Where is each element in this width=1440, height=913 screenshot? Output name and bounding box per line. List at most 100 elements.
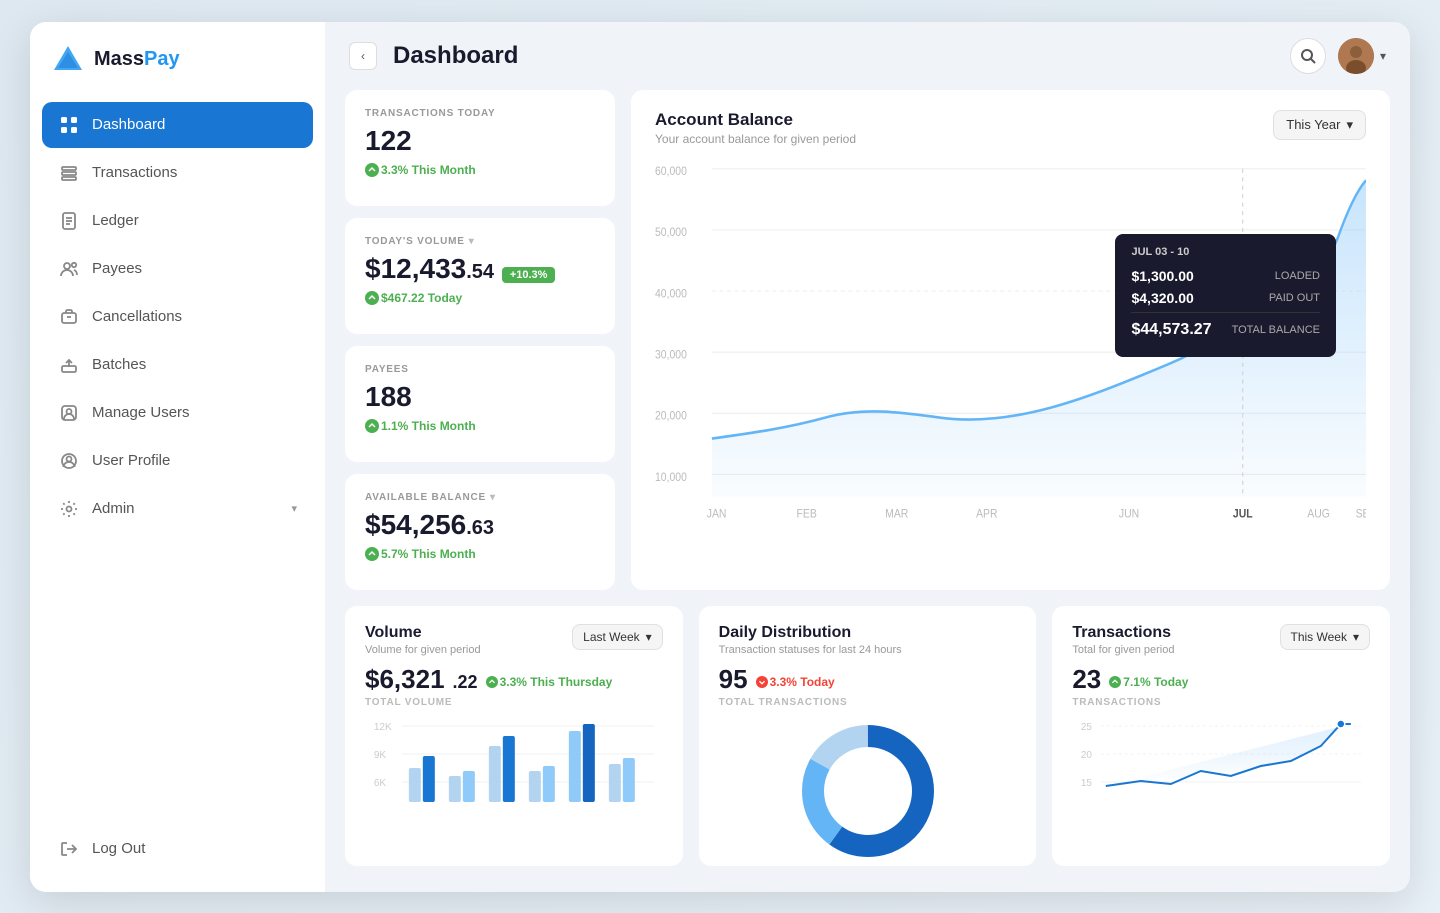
svg-text:FEB: FEB: [797, 508, 817, 521]
sidebar-item-manage-users[interactable]: Manage Users: [42, 390, 313, 436]
available-balance-card: Available Balance ▾ $54,256.63 5.7% This…: [345, 474, 615, 590]
tooltip-loaded-label: LOADED: [1275, 270, 1320, 282]
svg-text:JUL: JUL: [1233, 508, 1253, 521]
distribution-value: 95 3.3% Today: [719, 664, 1017, 695]
transactions-today-card: Transactions Today 122 3.3% This Month: [345, 90, 615, 206]
transactions-today-trend: 3.3% This Month: [365, 163, 595, 177]
header: ‹ Dashboard ▾: [325, 22, 1410, 90]
payees-trend: 1.1% This Month: [365, 419, 595, 433]
page-title: Dashboard: [393, 42, 1274, 70]
chart-title: Account Balance: [655, 110, 856, 130]
trend-up-icon: 3.3% This Month: [365, 163, 476, 177]
payees-card: Payees 188 1.1% This Month: [345, 346, 615, 462]
todays-volume-card: Today's Volume ▾ $12,433.54 +10.3% $467.…: [345, 218, 615, 334]
volume-total-label: Total Volume: [365, 697, 663, 708]
sidebar-item-manage-users-label: Manage Users: [92, 404, 190, 421]
chart-subtitle: Your account balance for given period: [655, 132, 856, 146]
balance-dropdown-icon[interactable]: ▾: [490, 492, 496, 503]
avatar-image: [1338, 38, 1374, 74]
search-button[interactable]: [1290, 38, 1326, 74]
user-manage-icon: [58, 402, 80, 424]
svg-text:20: 20: [1081, 750, 1093, 761]
svg-text:SEP: SEP: [1356, 508, 1366, 521]
sidebar-item-payees[interactable]: Payees: [42, 246, 313, 292]
distribution-card: Daily Distribution Transaction statuses …: [699, 606, 1037, 866]
distribution-total-label: Total Transactions: [719, 697, 1017, 708]
upload-icon: [58, 354, 80, 376]
sidebar-item-transactions[interactable]: Transactions: [42, 150, 313, 196]
account-balance-card: Account Balance Your account balance for…: [631, 90, 1390, 590]
dashboard-grid: Transactions Today 122 3.3% This Month: [325, 90, 1410, 892]
todays-volume-value: $12,433.54 +10.3%: [365, 253, 595, 285]
volume-trend-badge: +10.3%: [502, 267, 556, 283]
avatar: [1338, 38, 1374, 74]
volume-value: $6,321.22 3.3% This Thursday: [365, 664, 663, 695]
tooltip-date: JUL 03 - 10: [1131, 246, 1320, 258]
sidebar-item-batches-label: Batches: [92, 356, 146, 373]
svg-text:6K: 6K: [374, 778, 387, 789]
sidebar-item-user-profile[interactable]: User Profile: [42, 438, 313, 484]
svg-text:60,000: 60,000: [655, 165, 687, 178]
svg-text:30,000: 30,000: [655, 349, 687, 362]
transactions-card-title: Transactions: [1072, 624, 1174, 642]
volume-bar-chart: 12K 9K 6K: [365, 716, 663, 806]
distribution-card-header: Daily Distribution Transaction statuses …: [719, 624, 1017, 656]
admin-chevron-icon: ▾: [291, 502, 297, 515]
sidebar-item-dashboard[interactable]: Dashboard: [42, 102, 313, 148]
transactions-card-subtitle: Total for given period: [1072, 644, 1174, 656]
transactions-value: 23 7.1% Today: [1072, 664, 1370, 695]
logout-button[interactable]: Log Out: [42, 826, 313, 872]
top-row: Transactions Today 122 3.3% This Month: [345, 90, 1390, 590]
chart-title-group: Account Balance Your account balance for…: [655, 110, 856, 146]
sidebar-item-admin[interactable]: Admin ▾: [42, 486, 313, 532]
volume-card-subtitle: Volume for given period: [365, 644, 481, 656]
svg-text:50,000: 50,000: [655, 226, 687, 239]
chart-tooltip: JUL 03 - 10 $1,300.00 LOADED $4,320.00 P…: [1115, 234, 1336, 357]
transactions-total-label: Transactions: [1072, 697, 1370, 708]
transactions-today-label: Transactions Today: [365, 108, 595, 119]
sidebar-item-batches[interactable]: Batches: [42, 342, 313, 388]
svg-text:AUG: AUG: [1307, 508, 1330, 521]
volume-dropdown-icon[interactable]: ▾: [469, 236, 475, 247]
file-icon: [58, 210, 80, 232]
sidebar-collapse-button[interactable]: ‹: [349, 42, 377, 70]
volume-card-title: Volume: [365, 624, 481, 642]
svg-text:20,000: 20,000: [655, 410, 687, 423]
payees-label: Payees: [365, 364, 595, 375]
volume-period-selector[interactable]: Last Week ▾: [572, 624, 663, 650]
distribution-card-subtitle: Transaction statuses for last 24 hours: [719, 644, 902, 656]
sidebar-item-ledger-label: Ledger: [92, 212, 139, 229]
tooltip-loaded-row: $1,300.00 LOADED: [1131, 268, 1320, 284]
svg-text:25: 25: [1081, 722, 1093, 733]
logo-text: MassPay: [94, 48, 180, 71]
logout-icon: [58, 838, 80, 860]
period-selector[interactable]: This Year ▾: [1273, 110, 1366, 140]
todays-volume-sub: $467.22 Today: [365, 291, 595, 305]
transactions-period-selector[interactable]: This Week ▾: [1280, 624, 1371, 650]
users-icon: [58, 258, 80, 280]
volume-card-header: Volume Volume for given period Last Week…: [365, 624, 663, 656]
logo-icon: [50, 42, 86, 78]
sidebar-item-ledger[interactable]: Ledger: [42, 198, 313, 244]
sidebar-item-cancellations[interactable]: Cancellations: [42, 294, 313, 340]
svg-text:JUN: JUN: [1119, 508, 1139, 521]
transactions-card: Transactions Total for given period This…: [1052, 606, 1390, 866]
grid-icon: [58, 114, 80, 136]
distribution-card-title: Daily Distribution: [719, 624, 902, 642]
transactions-line-chart: 25 20 15: [1072, 716, 1370, 806]
tooltip-total-row: $44,573.27 TOTAL BALANCE: [1131, 312, 1320, 339]
tooltip-paidout-value: $4,320.00: [1131, 290, 1193, 306]
sidebar-item-user-profile-label: User Profile: [92, 452, 170, 469]
tooltip-paidout-label: PAID OUT: [1269, 292, 1320, 304]
sidebar-item-admin-label: Admin: [92, 500, 135, 517]
user-avatar-container[interactable]: ▾: [1338, 38, 1386, 74]
logo: MassPay: [30, 42, 325, 102]
user-circle-icon: [58, 450, 80, 472]
cancel-icon: [58, 306, 80, 328]
available-balance-label: Available Balance ▾: [365, 492, 595, 503]
svg-text:15: 15: [1081, 778, 1093, 789]
todays-volume-label: Today's Volume ▾: [365, 236, 595, 247]
tooltip-total-label: TOTAL BALANCE: [1232, 324, 1320, 336]
tooltip-paidout-row: $4,320.00 PAID OUT: [1131, 290, 1320, 306]
sidebar: MassPay Dashboard Transactions: [30, 22, 325, 892]
